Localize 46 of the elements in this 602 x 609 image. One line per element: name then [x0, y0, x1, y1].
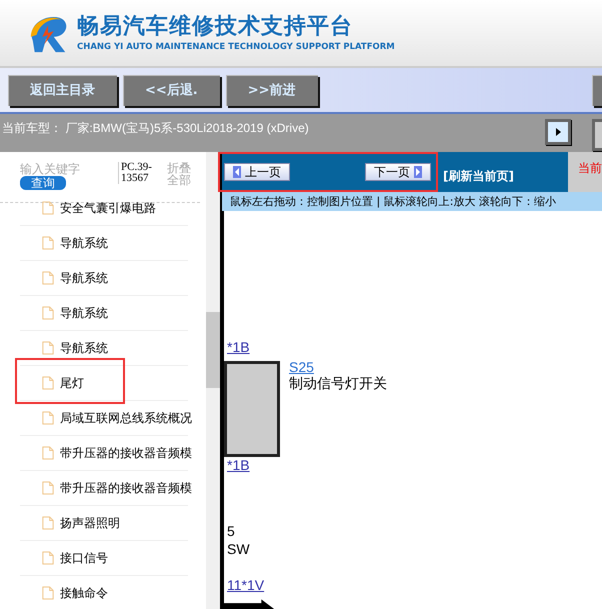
document-icon	[42, 516, 54, 530]
platform-subtitle: CHANG YI AUTO MAINTENANCE TECHNOLOGY SUPPORT PLATFORM	[77, 42, 395, 52]
component-name: 制动信号灯开关	[289, 375, 387, 393]
tree-item[interactable]: 接触命令	[20, 576, 188, 609]
tree-item[interactable]: 导航系统	[20, 331, 188, 365]
vehicle-model-text: 当前车型： 厂家:BMW(宝马)5系-530Li2018-2019 (xDrive)	[1, 120, 309, 137]
tree-item[interactable]: 尾灯	[20, 366, 188, 400]
scrollbar[interactable]	[206, 152, 220, 609]
document-icon	[42, 341, 54, 355]
tree-item[interactable]: 安全气囊引爆电路	[20, 191, 188, 225]
document-icon	[42, 551, 54, 565]
connector-link[interactable]: *1B	[227, 339, 250, 355]
tree-item[interactable]: 导航系统	[20, 261, 188, 295]
component-link[interactable]: S25	[289, 359, 314, 375]
nav-button[interactable]: 返回主目录	[8, 74, 117, 106]
code-text: PC.39-13567	[118, 162, 159, 184]
nav-button[interactable]: <<后退.	[123, 74, 220, 106]
document-icon	[42, 586, 54, 600]
next-page-button[interactable]: 下一页	[365, 163, 431, 181]
expand-button[interactable]	[545, 119, 571, 145]
tree-item[interactable]: 扬声器照明	[20, 506, 188, 540]
document-icon	[42, 411, 54, 425]
tree-item[interactable]: 导航系统	[20, 226, 188, 260]
pin-label: 5	[227, 523, 235, 539]
document-icon	[42, 306, 54, 320]
play-icon	[553, 127, 563, 137]
right-arrow-icon	[414, 166, 422, 178]
document-icon	[42, 446, 54, 460]
tree-item[interactable]: 接口信号	[20, 541, 188, 575]
document-icon	[42, 236, 54, 250]
left-arrow-icon	[233, 166, 241, 178]
usage-hint: 鼠标左右拖动：控制图片位置 | 鼠标滚轮向上:放大 滚轮向下：缩小	[222, 192, 602, 211]
document-icon	[42, 201, 54, 215]
platform-title: 畅易汽车维修技术支持平台	[77, 14, 354, 40]
document-icon	[42, 376, 54, 390]
wire-label: SW	[227, 541, 250, 557]
nav-button[interactable]: >>前进	[226, 74, 318, 106]
connector-link[interactable]: *1B	[227, 457, 250, 473]
connector-link[interactable]: 11*1V	[227, 577, 264, 593]
document-icon	[42, 271, 54, 285]
current-label: 当前	[578, 160, 602, 177]
previous-page-button[interactable]: 上一页	[224, 163, 290, 181]
refresh-link[interactable]: [刷新当前页]	[443, 168, 514, 184]
tree-item[interactable]: 导航系统	[20, 296, 188, 330]
document-icon	[42, 481, 54, 495]
query-button[interactable]: 查询	[20, 176, 66, 190]
